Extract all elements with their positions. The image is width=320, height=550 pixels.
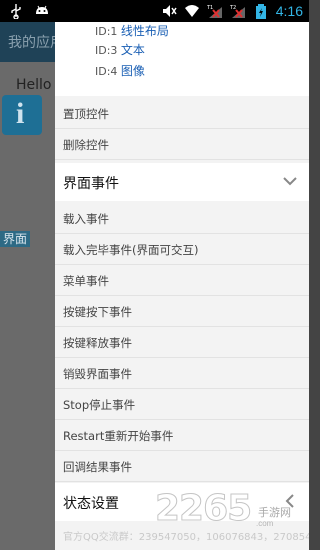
- id-item[interactable]: ID:1 线性布局: [95, 22, 169, 40]
- menu-item-label: 置顶控件: [63, 107, 109, 121]
- info-icon: i: [2, 95, 42, 135]
- event-item-label: 销毁界面事件: [63, 367, 132, 381]
- chevron-down-icon: [283, 177, 297, 186]
- event-item[interactable]: 载入完毕事件(界面可交互): [55, 234, 309, 265]
- id-prefix: ID:3: [95, 44, 118, 57]
- id-item-label[interactable]: 线性布局: [121, 24, 169, 38]
- event-item-label: 载入事件: [63, 212, 109, 226]
- id-prefix: ID:1: [95, 25, 118, 38]
- event-item[interactable]: 按键按下事件: [55, 296, 309, 327]
- event-item[interactable]: 菜单事件: [55, 265, 309, 296]
- signal-2-icon: T2: [230, 5, 245, 18]
- event-item-label: 回调结果事件: [63, 460, 132, 474]
- android-icon: [36, 5, 48, 14]
- event-item[interactable]: 销毁界面事件: [55, 358, 309, 389]
- svg-text:T1: T1: [207, 5, 213, 11]
- id-item[interactable]: ID:4 图像: [95, 62, 145, 80]
- menu-item-delete-control[interactable]: 删除控件: [55, 129, 309, 160]
- background-side-tag: 界面: [0, 231, 31, 247]
- mute-icon: [162, 5, 177, 17]
- event-item[interactable]: 按键释放事件: [55, 327, 309, 358]
- event-item[interactable]: 载入事件: [55, 203, 309, 234]
- event-item-label: 按键释放事件: [63, 336, 132, 350]
- section-label: 状态设置: [63, 496, 119, 512]
- watermark-site-name: 手游网: [258, 506, 291, 519]
- svg-text:T2: T2: [230, 5, 236, 11]
- event-item-label: Restart重新开始事件: [63, 429, 174, 443]
- section-ui-events[interactable]: 界面事件: [55, 163, 309, 201]
- event-item[interactable]: Stop停止事件: [55, 389, 309, 420]
- wifi-icon: [184, 5, 199, 17]
- clock: 4:16: [275, 3, 303, 19]
- id-item-label[interactable]: 图像: [121, 64, 145, 78]
- event-item-label: 按键按下事件: [63, 305, 132, 319]
- event-item[interactable]: 回调结果事件: [55, 451, 309, 482]
- battery-icon: [255, 4, 266, 19]
- menu-item-pin-control[interactable]: 置顶控件: [55, 98, 309, 129]
- component-id-list: ID:1 线性布局 ID:3 文本 ID:4 图像: [55, 22, 309, 96]
- site-watermark: 2265 手游网 .com: [154, 488, 305, 538]
- menu-item-label: 删除控件: [63, 138, 109, 152]
- event-item[interactable]: Restart重新开始事件: [55, 420, 309, 451]
- watermark-number: 2265: [154, 488, 252, 530]
- id-item[interactable]: ID:3 文本: [95, 41, 145, 59]
- status-bar: T1 T2 4:16: [0, 0, 309, 22]
- usb-icon: [11, 4, 21, 19]
- signal-1-icon: T1: [207, 5, 222, 18]
- event-item-label: Stop停止事件: [63, 398, 136, 412]
- watermark-url: .com: [256, 519, 274, 528]
- event-item-label: 载入完毕事件(界面可交互): [63, 243, 199, 257]
- properties-drawer: ID:1 线性布局 ID:3 文本 ID:4 图像 置顶控件 删除控件 界面事件…: [55, 22, 309, 550]
- id-item-label[interactable]: 文本: [121, 43, 145, 57]
- id-prefix: ID:4: [95, 65, 118, 78]
- section-label: 界面事件: [63, 176, 119, 192]
- event-item-label: 菜单事件: [63, 274, 109, 288]
